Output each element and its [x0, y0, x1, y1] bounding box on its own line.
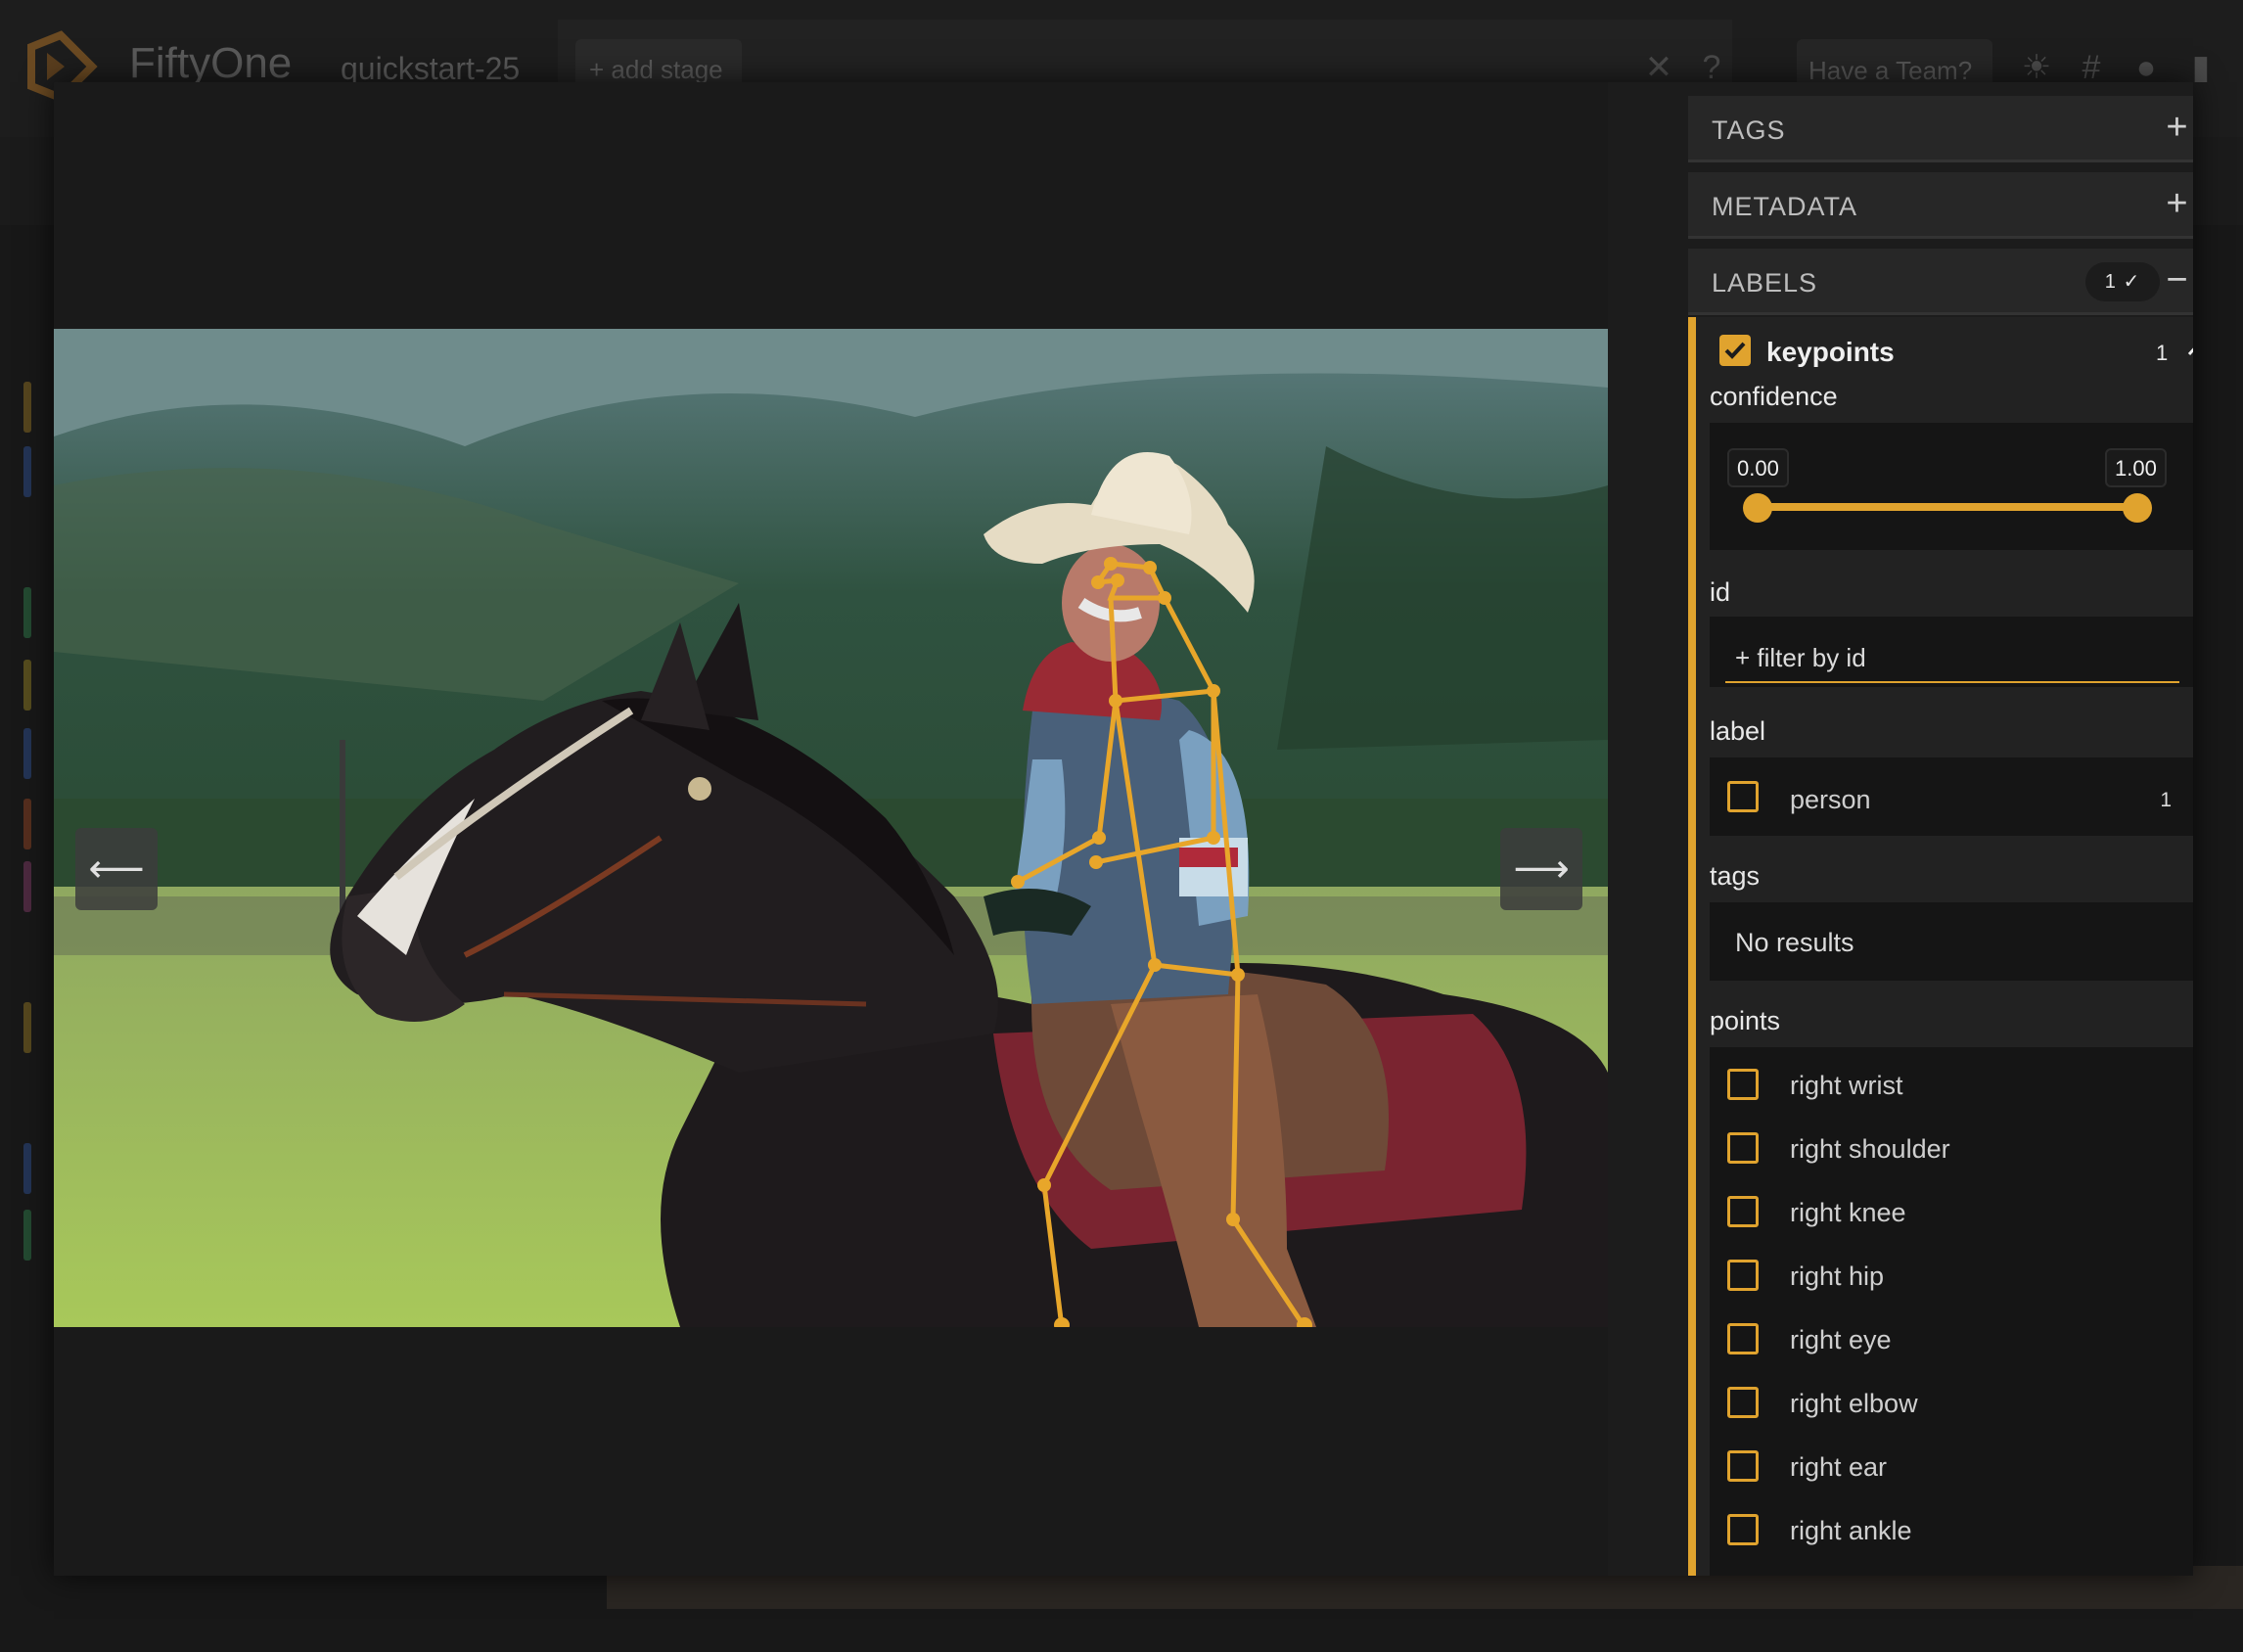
- id-filter-box: [1710, 617, 2193, 687]
- app-title: FiftyOne: [129, 39, 293, 87]
- field-name[interactable]: keypoints: [1766, 337, 1895, 368]
- group-metadata[interactable]: METADATA +: [1688, 172, 2193, 239]
- modal-sidebar[interactable]: TAGS + METADATA + LABELS 1 ✓ − keypoints…: [1608, 82, 2193, 1576]
- sample-image-canvas: [54, 329, 1608, 1327]
- tags-values-box: No results: [1710, 902, 2193, 981]
- book-icon[interactable]: ▮: [2184, 51, 2218, 84]
- labels-count-badge[interactable]: 1 ✓: [2085, 262, 2160, 301]
- label-value[interactable]: person: [1790, 785, 1871, 815]
- slider-max-handle[interactable]: [2123, 493, 2152, 523]
- points-values-box: right wrist right shoulder right knee ri…: [1710, 1047, 2193, 1576]
- point-label[interactable]: right eye: [1790, 1325, 1892, 1355]
- background-sidebar-tick: [23, 728, 31, 779]
- background-sidebar-tick: [23, 587, 31, 638]
- background-sidebar-tick: [23, 382, 31, 433]
- confidence-min-value[interactable]: 0.00: [1727, 448, 1789, 487]
- label-values-box: person 1: [1710, 757, 2193, 836]
- arrow-left-icon: ⟵: [88, 848, 145, 891]
- confidence-slider[interactable]: 0.00 1.00: [1710, 423, 2193, 550]
- tags-label: tags: [1710, 861, 1761, 891]
- background-sidebar-tick: [23, 861, 31, 912]
- github-icon[interactable]: ●: [2129, 51, 2163, 84]
- plus-icon[interactable]: +: [2158, 184, 2193, 223]
- previous-sample-button[interactable]: ⟵: [75, 828, 158, 910]
- chevron-up-icon[interactable]: [2183, 335, 2193, 364]
- point-label[interactable]: right ankle: [1790, 1516, 1912, 1546]
- group-labels-label: LABELS: [1712, 268, 1818, 298]
- point-checkbox[interactable]: [1727, 1069, 1759, 1100]
- keypoints-checkbox[interactable]: [1719, 335, 1751, 366]
- confidence-max-value[interactable]: 1.00: [2105, 448, 2167, 487]
- point-checkbox[interactable]: [1727, 1260, 1759, 1291]
- arrow-right-icon: ⟶: [1513, 848, 1570, 891]
- label-label: label: [1710, 716, 1766, 746]
- sample-image[interactable]: [54, 329, 1608, 1327]
- point-checkbox[interactable]: [1727, 1450, 1759, 1482]
- background-sidebar-tick: [23, 1210, 31, 1261]
- label-person-checkbox[interactable]: [1727, 781, 1759, 812]
- field-count: 1: [2156, 341, 2169, 365]
- background-sidebar-tick: [23, 799, 31, 849]
- slider-min-handle[interactable]: [1743, 493, 1772, 523]
- point-checkbox[interactable]: [1727, 1514, 1759, 1545]
- next-sample-button[interactable]: ⟶: [1500, 828, 1582, 910]
- close-icon[interactable]: ✕: [1642, 51, 1675, 84]
- point-checkbox[interactable]: [1727, 1323, 1759, 1354]
- background-sidebar-tick: [23, 660, 31, 711]
- sample-modal: ⟵ ⟶ TAGS + METADATA + LABELS 1 ✓ − keypo…: [54, 82, 2193, 1576]
- label-value-count: 1: [2160, 789, 2172, 811]
- point-label[interactable]: right hip: [1790, 1262, 1884, 1292]
- id-label: id: [1710, 577, 1731, 607]
- no-results-text: No results: [1735, 928, 1854, 957]
- point-label[interactable]: right wrist: [1790, 1071, 1903, 1101]
- point-checkbox[interactable]: [1727, 1132, 1759, 1164]
- check-icon: [1724, 342, 1746, 359]
- point-label[interactable]: right shoulder: [1790, 1134, 1950, 1165]
- confidence-label: confidence: [1710, 382, 1838, 411]
- point-label[interactable]: right knee: [1790, 1198, 1906, 1228]
- slack-icon[interactable]: #: [2075, 51, 2108, 84]
- group-metadata-label: METADATA: [1712, 192, 1857, 221]
- point-label[interactable]: right elbow: [1790, 1389, 1918, 1419]
- background-sidebar-tick: [23, 446, 31, 497]
- plus-icon[interactable]: +: [2158, 108, 2193, 147]
- points-label: points: [1710, 1006, 1781, 1035]
- group-labels[interactable]: LABELS 1 ✓ −: [1688, 249, 2193, 315]
- sample-viewer[interactable]: ⟵ ⟶: [54, 82, 1608, 1576]
- background-sidebar-tick: [23, 1143, 31, 1194]
- group-tags[interactable]: TAGS +: [1688, 96, 2193, 162]
- group-tags-label: TAGS: [1712, 115, 1786, 145]
- id-filter-input[interactable]: [1725, 634, 2179, 683]
- sun-icon[interactable]: ☀: [2020, 51, 2053, 84]
- field-keypoints: keypoints 1 confidence 0.00 1.00 id labe…: [1688, 317, 2193, 1576]
- point-checkbox[interactable]: [1727, 1196, 1759, 1227]
- background-sidebar-tick: [23, 1002, 31, 1053]
- minus-icon[interactable]: −: [2158, 260, 2193, 299]
- help-icon[interactable]: ?: [1695, 51, 1728, 84]
- point-label[interactable]: right ear: [1790, 1452, 1887, 1483]
- point-checkbox[interactable]: [1727, 1387, 1759, 1418]
- slider-track[interactable]: [1757, 503, 2138, 511]
